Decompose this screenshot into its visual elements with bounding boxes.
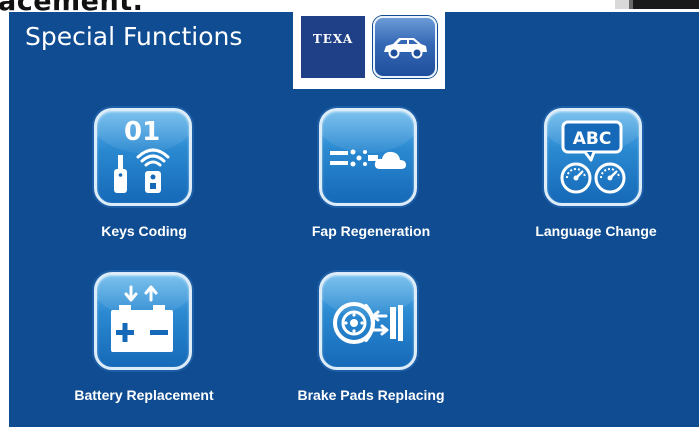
- language-change-button[interactable]: ABC: [544, 108, 642, 206]
- language-change-label: Language Change: [535, 223, 657, 239]
- keys-coding-label: Keys Coding: [101, 223, 187, 239]
- car-icon: [384, 38, 427, 59]
- special-functions-screen: Special Functions TEXA 01 Keys Coding Fa…: [9, 9, 699, 427]
- brake-pads-replacing-button[interactable]: [319, 272, 417, 370]
- language-change-badge-text: ABC: [573, 129, 612, 149]
- screen-title: Special Functions: [25, 22, 243, 51]
- keys-coding-button[interactable]: 01: [94, 108, 192, 206]
- language-dashboard-icon: ABC: [560, 120, 626, 194]
- brake-pads-icon: [333, 302, 403, 344]
- keys-coding-badge-text: 01: [124, 117, 160, 147]
- vehicle-button[interactable]: [373, 16, 437, 78]
- battery-icon: [111, 285, 173, 352]
- cropped-corner-graphic: [615, 0, 699, 9]
- fap-regeneration-button[interactable]: [319, 108, 417, 206]
- texa-logo: TEXA: [301, 16, 365, 78]
- battery-replacement-button[interactable]: [94, 272, 192, 370]
- key-fob-wireless-icon: 01: [114, 117, 170, 193]
- logo-panel: TEXA: [293, 9, 445, 89]
- particulate-filter-icon: [330, 149, 406, 169]
- fap-regeneration-label: Fap Regeneration: [311, 223, 431, 239]
- battery-replacement-label: Battery Replacement: [74, 387, 214, 403]
- texa-logo-text: TEXA: [312, 32, 354, 46]
- brake-pads-replacing-label: Brake Pads Replacing: [297, 387, 445, 403]
